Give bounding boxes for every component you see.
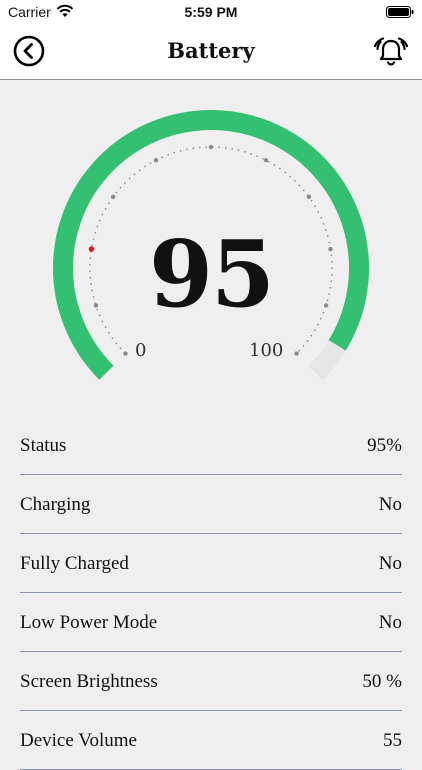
clock: 5:59 PM: [184, 4, 238, 20]
row-label: Charging: [20, 494, 91, 515]
row-value: 55: [383, 730, 402, 751]
page-title: Battery: [167, 38, 255, 63]
list-item: Low Power Mode No: [20, 593, 402, 652]
row-value: 95%: [367, 435, 402, 456]
list-item: Fully Charged No: [20, 534, 402, 593]
gauge-tick: [208, 144, 214, 150]
gauge-value: 95: [148, 220, 275, 328]
row-label: Device Volume: [20, 730, 137, 751]
gauge-tick: [123, 351, 128, 356]
nav-bar: Battery: [0, 24, 422, 80]
row-value: No: [378, 553, 402, 574]
row-label: Screen Brightness: [20, 671, 158, 692]
gauge-tick: [306, 194, 312, 200]
gauge-min-label: 0: [135, 340, 147, 361]
gauge-tick: [153, 157, 159, 163]
list-item: Device Volume 55: [20, 711, 402, 770]
battery-status-icon: [386, 6, 414, 18]
row-value: No: [378, 612, 402, 633]
row-value: No: [378, 494, 402, 515]
row-value: 50 %: [362, 671, 402, 692]
battery-info-list: Status 95% Charging No Fully Charged No …: [20, 416, 402, 770]
alarm-bell-icon[interactable]: [372, 32, 410, 70]
list-item: Screen Brightness 50 %: [20, 652, 402, 711]
row-label: Low Power Mode: [20, 612, 158, 633]
list-item: Status 95%: [20, 416, 402, 475]
list-item: Charging No: [20, 475, 402, 534]
status-bar: Carrier 5:59 PM: [0, 0, 422, 24]
gauge-max-label: 100: [249, 340, 284, 361]
gauge-tick: [263, 157, 269, 163]
row-label: Status: [20, 435, 67, 456]
row-label: Fully Charged: [20, 553, 129, 574]
gauge-tick: [294, 351, 299, 356]
gauge-tick: [110, 194, 116, 200]
